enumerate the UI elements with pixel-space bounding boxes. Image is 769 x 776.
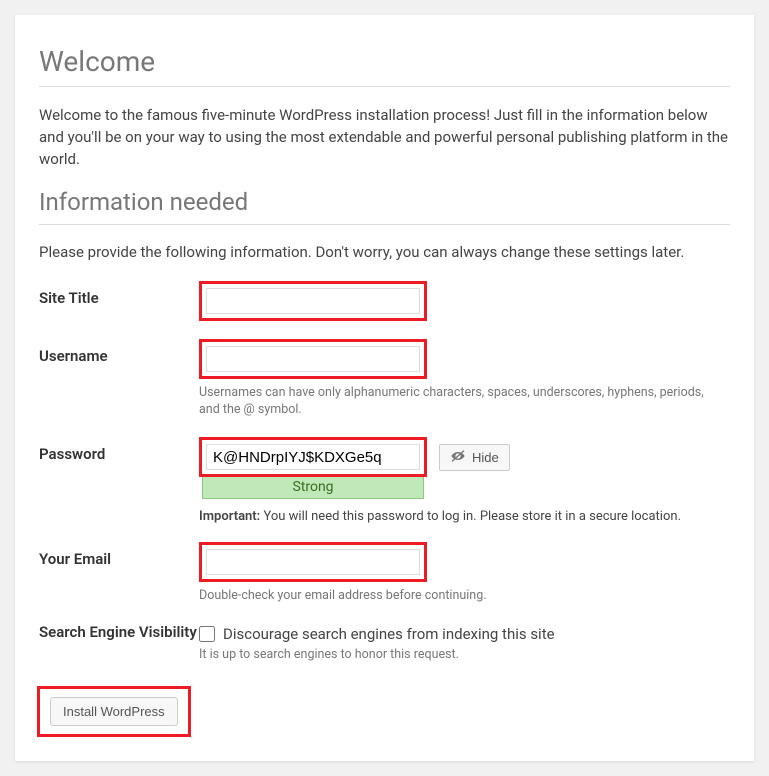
password-strength-meter: Strong [202, 475, 424, 499]
discourage-search-checkbox[interactable] [199, 626, 215, 642]
label-your-email: Your Email [39, 542, 199, 568]
hint-email: Double-check your email address before c… [199, 588, 719, 605]
heading-info-needed: Information needed [39, 188, 730, 216]
highlight-password [199, 437, 427, 477]
hide-button-label: Hide [472, 450, 499, 465]
hide-password-button[interactable]: Hide [439, 444, 510, 471]
hint-search: It is up to search engines to honor this… [199, 647, 719, 664]
row-email: Your Email Double-check your email addre… [39, 542, 730, 605]
hint-username: Usernames can have only alphanumeric cha… [199, 385, 719, 419]
heading-welcome: Welcome [39, 45, 730, 78]
label-search-visibility: Search Engine Visibility [39, 623, 199, 643]
highlight-install: Install WordPress [37, 686, 191, 737]
discourage-search-label: Discourage search engines from indexing … [223, 625, 555, 643]
label-password: Password [39, 437, 199, 463]
username-input[interactable] [206, 346, 420, 372]
highlight-site-title [199, 281, 427, 321]
important-text: You will need this password to log in. P… [260, 509, 681, 524]
row-username: Username Usernames can have only alphanu… [39, 339, 730, 419]
row-search-visibility: Search Engine Visibility Discourage sear… [39, 623, 730, 664]
password-important-note: Important: You will need this password t… [199, 509, 730, 524]
install-card: Welcome Welcome to the famous five-minut… [15, 15, 754, 761]
divider [39, 224, 730, 225]
email-input[interactable] [206, 549, 420, 575]
highlight-email [199, 542, 427, 582]
important-label: Important: [199, 509, 260, 524]
highlight-username [199, 339, 427, 379]
install-wordpress-button[interactable]: Install WordPress [50, 697, 178, 726]
label-site-title: Site Title [39, 281, 199, 307]
divider [39, 86, 730, 87]
label-username: Username [39, 339, 199, 365]
row-site-title: Site Title [39, 281, 730, 321]
eye-slash-icon [450, 449, 466, 466]
password-input[interactable] [206, 444, 420, 470]
intro-text: Welcome to the famous five-minute WordPr… [39, 105, 730, 170]
site-title-input[interactable] [206, 288, 420, 314]
row-password: Password Hide Strong Important: You will… [39, 437, 730, 524]
subintro-text: Please provide the following information… [39, 243, 730, 261]
